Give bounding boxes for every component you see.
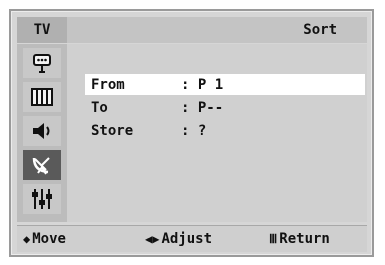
move-hint: ◆ Move xyxy=(23,226,66,252)
category-sidebar xyxy=(17,44,67,222)
from-label: From xyxy=(91,76,125,93)
picture-icon xyxy=(31,88,53,106)
satellite-dish-icon xyxy=(32,157,50,175)
source-label: TV xyxy=(17,17,67,43)
osd-menu-window: TV Sort From: P 1 To: P-- Store: ? ◆ … xyxy=(9,9,374,257)
from-row[interactable]: From : P 1 xyxy=(85,74,365,95)
sort-settings-panel: From : P 1 To : P-- Store : ? xyxy=(67,44,367,222)
store-label: Store xyxy=(91,122,134,139)
adjust-hint: ◀▶ Adjust xyxy=(145,226,212,252)
left-right-arrow-icon: ◀▶ xyxy=(145,232,160,246)
return-label: Return xyxy=(279,231,330,247)
move-label: Move xyxy=(32,231,66,247)
settings-sliders-icon xyxy=(32,189,52,209)
from-value: : P 1 xyxy=(181,76,224,93)
store-row[interactable]: Store : ? xyxy=(85,120,365,141)
menu-header: TV Sort xyxy=(17,17,367,43)
remote-antenna-icon xyxy=(33,54,51,73)
store-value: : ? xyxy=(181,122,207,139)
return-hint: Ⅲ Return xyxy=(269,226,330,252)
sidebar-item-picture[interactable] xyxy=(23,82,61,112)
adjust-label: Adjust xyxy=(161,231,213,247)
speaker-icon xyxy=(33,123,50,139)
to-label: To xyxy=(91,99,108,116)
sidebar-item-sound[interactable] xyxy=(23,116,61,146)
to-value: : P-- xyxy=(181,99,224,116)
sidebar-item-input[interactable] xyxy=(23,48,61,78)
to-row[interactable]: To : P-- xyxy=(85,97,365,118)
sidebar-item-setup[interactable] xyxy=(23,184,61,214)
sidebar-item-channel[interactable] xyxy=(23,150,61,180)
up-down-arrow-icon: ◆ xyxy=(23,232,31,246)
key-hint-bar: ◆ Move ◀▶ Adjust Ⅲ Return xyxy=(17,225,367,252)
menu-title: Sort xyxy=(303,22,337,38)
menu-icon: Ⅲ xyxy=(269,232,278,246)
